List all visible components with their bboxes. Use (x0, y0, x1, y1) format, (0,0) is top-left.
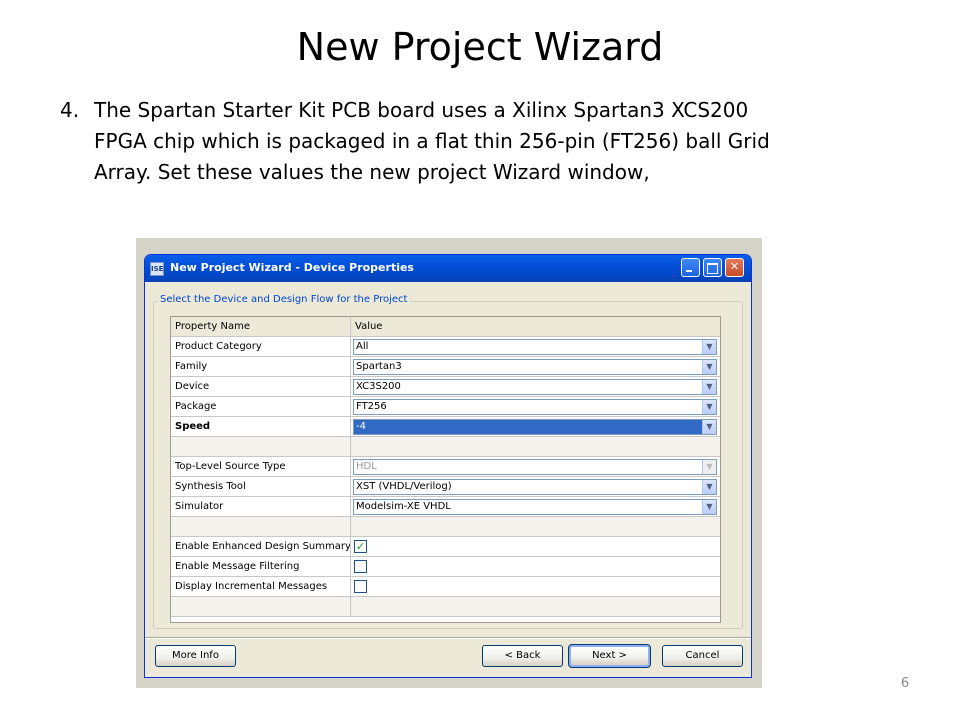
property-value-dropdown[interactable]: XC3S200 ▼ (353, 379, 717, 395)
grid-row: Simulator Modelsim-XE VHDL ▼ (171, 497, 720, 517)
grid-row: Speed -4 ▼ (171, 417, 720, 437)
property-name-cell: Package (171, 397, 351, 417)
chevron-down-icon[interactable]: ▼ (702, 360, 716, 374)
property-name-cell: Enable Enhanced Design Summary (171, 537, 351, 557)
grid-blank-row (171, 597, 720, 617)
maximize-button[interactable] (703, 258, 722, 277)
grid-row: Package FT256 ▼ (171, 397, 720, 417)
property-name-cell (171, 597, 351, 617)
body-line-2: FPGA chip which is packaged in a flat th… (94, 129, 770, 153)
close-button[interactable]: ✕ (725, 258, 744, 277)
next-button[interactable]: Next > (568, 644, 651, 668)
property-grid: Property Name Value Product Category All ▼… (170, 316, 721, 623)
property-value-dropdown: HDL ▼ (353, 459, 717, 475)
slide-body-text: 4. The Spartan Starter Kit PCB board uses… (60, 95, 920, 188)
slide-title: New Project Wizard (296, 25, 664, 69)
chevron-down-icon[interactable]: ▼ (702, 480, 716, 494)
dropdown-value: -4 (356, 421, 366, 432)
page-number: 6 (900, 676, 910, 691)
grid-row: Enable Enhanced Design Summary ✓ (171, 537, 720, 557)
property-value-dropdown[interactable]: XST (VHDL/Verilog) ▼ (353, 479, 717, 495)
grid-blank-row (171, 517, 720, 537)
property-name-cell: Display Incremental Messages (171, 577, 351, 597)
chevron-down-icon[interactable]: ▼ (702, 500, 716, 514)
header-value: Value (351, 317, 720, 337)
property-value-cell: XC3S200 ▼ (351, 377, 720, 397)
dropdown-value: All (356, 341, 369, 352)
item-number: 4. (60, 98, 80, 122)
property-value-cell (351, 557, 720, 577)
button-separator (145, 637, 751, 639)
property-name-cell: Speed (171, 417, 351, 437)
property-name-cell: Synthesis Tool (171, 477, 351, 497)
grid-row: Synthesis Tool XST (VHDL/Verilog) ▼ (171, 477, 720, 497)
window-title: New Project Wizard - Device Properties (170, 261, 414, 274)
property-name-cell: Family (171, 357, 351, 377)
property-value-dropdown[interactable]: -4 ▼ (353, 419, 717, 435)
property-checkbox[interactable] (354, 580, 367, 593)
chevron-down-icon[interactable]: ▼ (702, 380, 716, 394)
group-label: Select the Device and Design Flow for th… (157, 294, 411, 306)
property-value-cell: HDL ▼ (351, 457, 720, 477)
header-property-name: Property Name (171, 317, 351, 337)
chevron-down-icon[interactable]: ▼ (702, 400, 716, 414)
grid-row: Product Category All ▼ (171, 337, 720, 357)
grid-row: Enable Message Filtering (171, 557, 720, 577)
property-value-cell: All ▼ (351, 337, 720, 357)
property-value-cell: ✓ (351, 537, 720, 557)
property-value-dropdown[interactable]: Spartan3 ▼ (353, 359, 717, 375)
grid-row: Family Spartan3 ▼ (171, 357, 720, 377)
chevron-down-icon[interactable]: ▼ (702, 340, 716, 354)
body-line-3: Array. Set these values the new project … (94, 160, 650, 184)
back-button[interactable]: < Back (482, 645, 563, 667)
checkmark-icon: ✓ (355, 540, 366, 553)
dropdown-value: FT256 (356, 401, 387, 412)
property-value-cell (351, 437, 720, 457)
dropdown-value: XC3S200 (356, 381, 401, 392)
property-value-cell (351, 517, 720, 537)
property-value-cell: Spartan3 ▼ (351, 357, 720, 377)
cancel-button[interactable]: Cancel (662, 645, 743, 667)
minimize-icon (686, 270, 692, 272)
close-icon: ✕ (729, 260, 740, 273)
property-value-cell: XST (VHDL/Verilog) ▼ (351, 477, 720, 497)
more-info-button[interactable]: More Info (155, 645, 236, 667)
property-name-cell: Top-Level Source Type (171, 457, 351, 477)
chevron-down-icon: ▼ (702, 460, 716, 474)
property-value-cell (351, 577, 720, 597)
property-name-cell (171, 517, 351, 537)
grid-row: Top-Level Source Type HDL ▼ (171, 457, 720, 477)
property-name-cell: Simulator (171, 497, 351, 517)
grid-row: Display Incremental Messages (171, 577, 720, 597)
property-value-cell (351, 597, 720, 617)
dropdown-value: HDL (356, 461, 377, 472)
property-name-cell: Enable Message Filtering (171, 557, 351, 577)
property-value-cell: -4 ▼ (351, 417, 720, 437)
dropdown-value: Modelsim-XE VHDL (356, 501, 451, 512)
property-value-dropdown[interactable]: FT256 ▼ (353, 399, 717, 415)
dropdown-value: Spartan3 (356, 361, 402, 372)
property-name-cell (171, 437, 351, 457)
property-value-dropdown[interactable]: Modelsim-XE VHDL ▼ (353, 499, 717, 515)
dropdown-value: XST (VHDL/Verilog) (356, 481, 452, 492)
property-checkbox[interactable]: ✓ (354, 540, 367, 553)
minimize-button[interactable] (681, 258, 700, 277)
property-value-cell: Modelsim-XE VHDL ▼ (351, 497, 720, 517)
ise-app-icon: ISE (150, 262, 164, 276)
body-line-1: 4. The Spartan Starter Kit PCB board uses… (60, 95, 920, 126)
maximize-icon (707, 263, 718, 274)
property-name-cell: Product Category (171, 337, 351, 357)
property-value-cell: FT256 ▼ (351, 397, 720, 417)
screenshot-frame: ISE New Project Wizard - Device Properti… (136, 238, 762, 688)
grid-blank-row (171, 437, 720, 457)
property-checkbox[interactable] (354, 560, 367, 573)
property-name-cell: Device (171, 377, 351, 397)
wizard-window: ISE New Project Wizard - Device Properti… (144, 254, 752, 678)
window-titlebar[interactable]: ISE New Project Wizard - Device Properti… (145, 255, 751, 282)
property-value-dropdown[interactable]: All ▼ (353, 339, 717, 355)
chevron-down-icon[interactable]: ▼ (702, 420, 716, 434)
grid-row: Device XC3S200 ▼ (171, 377, 720, 397)
grid-header-row: Property Name Value (171, 317, 720, 337)
